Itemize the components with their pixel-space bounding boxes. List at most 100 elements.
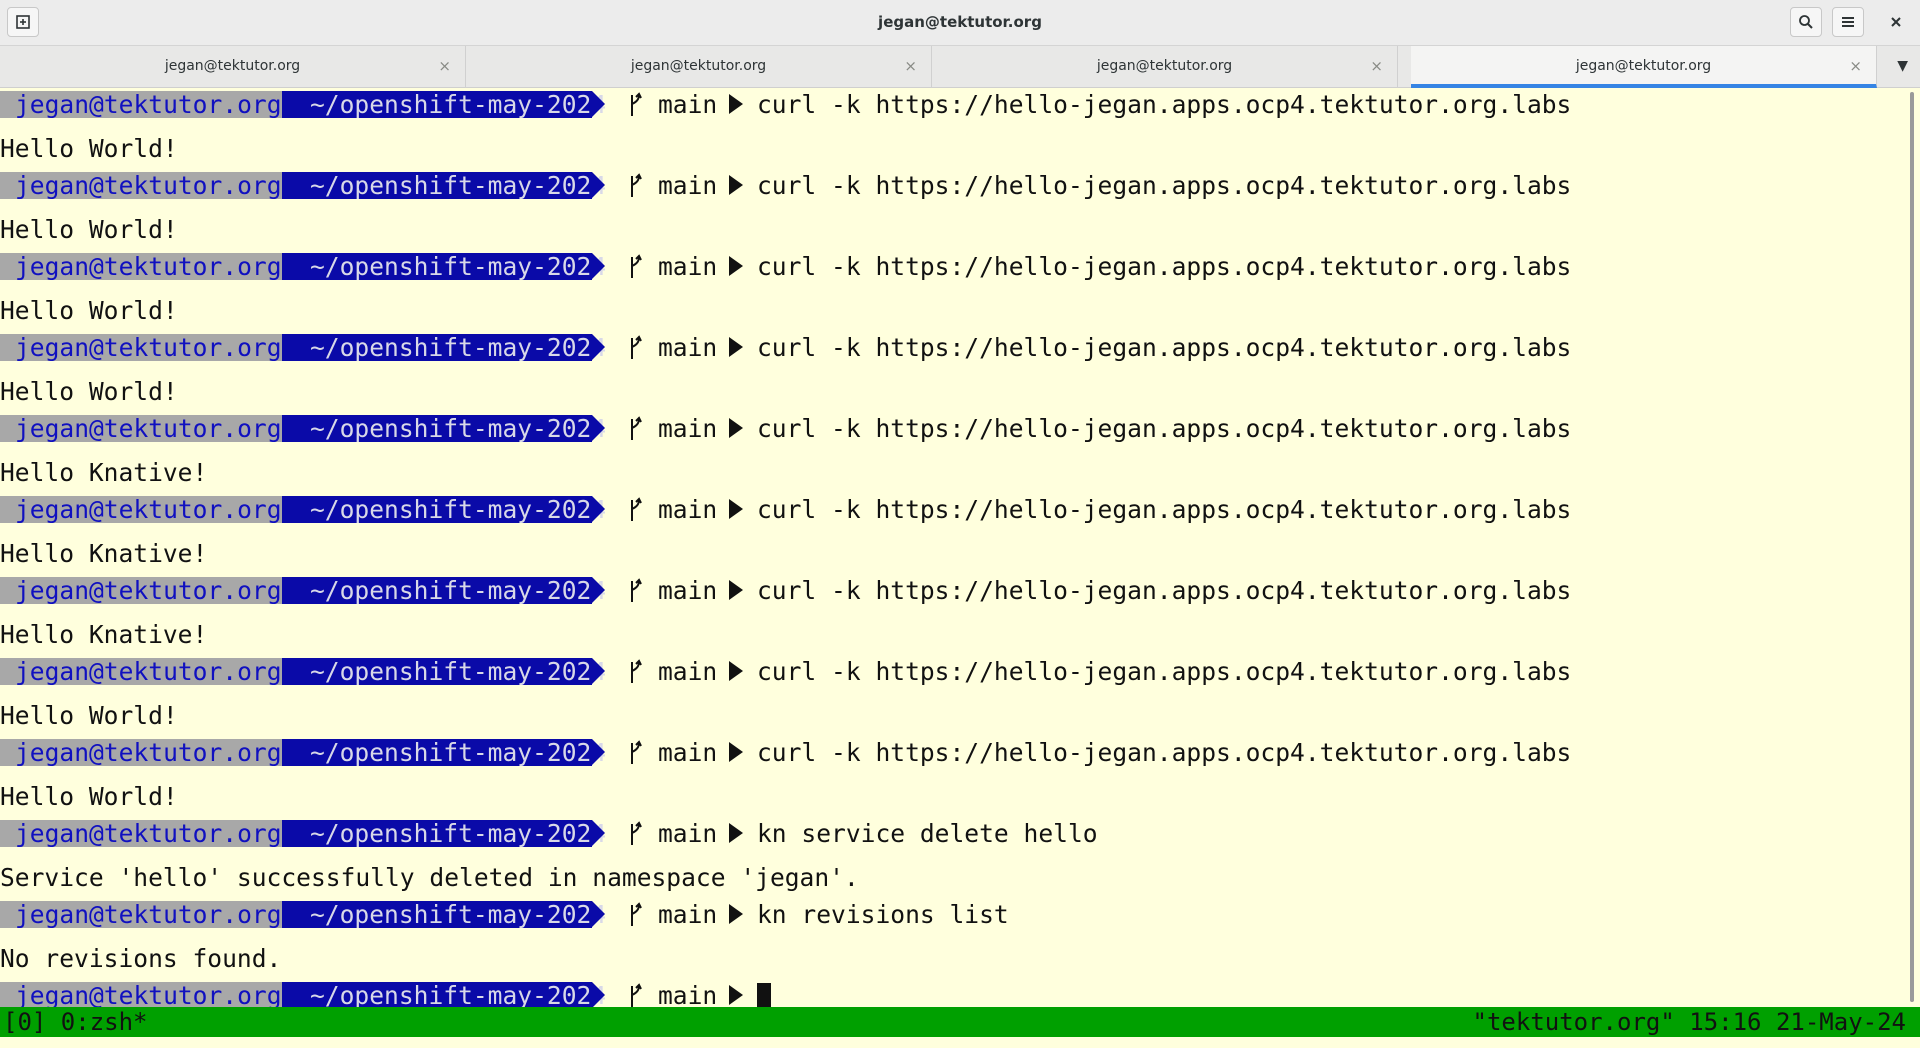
prompt-directory-segment: ~/openshift-may-2024 [282, 982, 606, 1009]
powerline-separator [592, 334, 605, 360]
prompt-arrow-icon [729, 94, 743, 114]
prompt-user-segment: jegan@tektutor.org [0, 253, 282, 280]
git-branch-icon [631, 659, 642, 683]
command-output: Service 'hello' successfully deleted in … [0, 863, 859, 892]
command-text: curl -k https://hello-jegan.apps.ocp4.te… [757, 495, 1572, 524]
git-branch-name: main [658, 252, 718, 281]
tab-close-icon[interactable]: × [904, 46, 917, 86]
prompt-directory-segment: ~/openshift-may-2024 [282, 253, 606, 280]
tab-list-dropdown-icon[interactable]: ▼ [1897, 46, 1908, 86]
prompt-user-segment: jegan@tektutor.org [0, 496, 282, 523]
command-text: kn revisions list [757, 900, 1009, 929]
prompt-arrow-icon [729, 418, 743, 438]
git-branch-name: main [658, 576, 718, 605]
terminal-scrollbar[interactable] [1910, 92, 1914, 1002]
tab-close-icon[interactable]: × [438, 46, 451, 86]
git-branch-name: main [658, 414, 718, 443]
tab-1[interactable]: jegan@tektutor.org × [0, 46, 466, 88]
prompt-user-segment: jegan@tektutor.org [0, 415, 282, 442]
terminal-cursor [757, 983, 771, 1008]
prompt-user-segment: jegan@tektutor.org [0, 172, 282, 199]
hamburger-menu-icon [1842, 17, 1854, 27]
prompt-line: jegan@tektutor.org ~/openshift-may-2024 ma… [0, 982, 1900, 1009]
terminal-output[interactable]: jegan@tektutor.org ~/openshift-may-2024 ma… [0, 88, 1920, 1009]
prompt-directory-segment: ~/openshift-may-2024 [282, 334, 606, 361]
tab-4-active[interactable]: jegan@tektutor.org × [1411, 46, 1877, 88]
prompt-line: jegan@tektutor.org ~/openshift-may-2024 ma… [0, 658, 1900, 685]
command-text: curl -k https://hello-jegan.apps.ocp4.te… [757, 90, 1572, 119]
prompt-arrow-icon [729, 823, 743, 843]
search-button[interactable] [1790, 7, 1822, 37]
prompt-arrow-icon [729, 175, 743, 195]
bottom-padding [0, 1037, 1920, 1048]
tmux-status-right: "tektutor.org" 15:16 21-May-24 [1472, 1008, 1906, 1036]
command-text: curl -k https://hello-jegan.apps.ocp4.te… [757, 414, 1572, 443]
command-text: curl -k https://hello-jegan.apps.ocp4.te… [757, 576, 1572, 605]
prompt-line: jegan@tektutor.org ~/openshift-may-2024 ma… [0, 496, 1900, 523]
prompt-directory-segment: ~/openshift-may-2024 [282, 496, 606, 523]
prompt-line: jegan@tektutor.org ~/openshift-may-2024 ma… [0, 577, 1900, 604]
prompt-user-segment: jegan@tektutor.org [0, 901, 282, 928]
prompt-directory-segment: ~/openshift-may-2024 [282, 739, 606, 766]
command-output: Hello World! [0, 296, 178, 325]
close-icon [1891, 17, 1901, 27]
powerline-separator [592, 820, 605, 846]
git-branch-icon [631, 254, 642, 278]
prompt-directory-segment: ~/openshift-may-2024 [282, 901, 606, 928]
command-text: curl -k https://hello-jegan.apps.ocp4.te… [757, 252, 1572, 281]
prompt-directory-segment: ~/openshift-may-2024 [282, 91, 606, 118]
git-branch-name: main [658, 981, 718, 1010]
powerline-separator [592, 739, 605, 765]
powerline-separator [592, 253, 605, 279]
git-branch-icon [631, 335, 642, 359]
powerline-separator [592, 577, 605, 603]
prompt-arrow-icon [729, 904, 743, 924]
prompt-user-segment: jegan@tektutor.org [0, 577, 282, 604]
powerline-separator [592, 982, 605, 1008]
prompt-user-segment: jegan@tektutor.org [0, 820, 282, 847]
git-branch-name: main [658, 738, 718, 767]
tab-close-icon[interactable]: × [1370, 46, 1383, 86]
command-text: curl -k https://hello-jegan.apps.ocp4.te… [757, 738, 1572, 767]
command-output: Hello Knative! [0, 458, 208, 487]
git-branch-name: main [658, 900, 718, 929]
command-output: No revisions found. [0, 944, 282, 973]
tab-close-icon[interactable]: × [1849, 46, 1862, 86]
prompt-user-segment: jegan@tektutor.org [0, 739, 282, 766]
powerline-separator [592, 172, 605, 198]
menu-button[interactable] [1832, 7, 1864, 37]
git-branch-name: main [658, 495, 718, 524]
tab-2[interactable]: jegan@tektutor.org × [466, 46, 932, 88]
search-icon [1799, 15, 1813, 29]
prompt-line: jegan@tektutor.org ~/openshift-may-2024 ma… [0, 334, 1900, 361]
tab-3[interactable]: jegan@tektutor.org × [932, 46, 1398, 88]
window-close-button[interactable] [1880, 7, 1912, 37]
prompt-user-segment: jegan@tektutor.org [0, 334, 282, 361]
prompt-directory-segment: ~/openshift-may-2024 [282, 577, 606, 604]
tmux-status-bar: [0] 0:zsh* "tektutor.org" 15:16 21-May-2… [0, 1007, 1920, 1037]
prompt-directory-segment: ~/openshift-may-2024 [282, 658, 606, 685]
git-branch-icon [631, 416, 642, 440]
command-output: Hello World! [0, 377, 178, 406]
command-output: Hello World! [0, 782, 178, 811]
prompt-user-segment: jegan@tektutor.org [0, 91, 282, 118]
command-output: Hello World! [0, 701, 178, 730]
git-branch-icon [631, 902, 642, 926]
prompt-line: jegan@tektutor.org ~/openshift-may-2024 ma… [0, 901, 1900, 928]
command-output: Hello Knative! [0, 539, 208, 568]
git-branch-name: main [658, 819, 718, 848]
prompt-arrow-icon [729, 985, 743, 1005]
prompt-arrow-icon [729, 742, 743, 762]
tab-label: jegan@tektutor.org [1096, 58, 1233, 74]
prompt-directory-segment: ~/openshift-may-2024 [282, 172, 606, 199]
powerline-separator [592, 496, 605, 522]
prompt-arrow-icon [729, 580, 743, 600]
command-text: kn service delete hello [757, 819, 1098, 848]
title-bar: jegan@tektutor.org [0, 0, 1920, 46]
prompt-arrow-icon [729, 661, 743, 681]
prompt-line: jegan@tektutor.org ~/openshift-may-2024 ma… [0, 91, 1900, 118]
git-branch-icon [631, 497, 642, 521]
prompt-arrow-icon [729, 256, 743, 276]
git-branch-name: main [658, 333, 718, 362]
prompt-arrow-icon [729, 337, 743, 357]
